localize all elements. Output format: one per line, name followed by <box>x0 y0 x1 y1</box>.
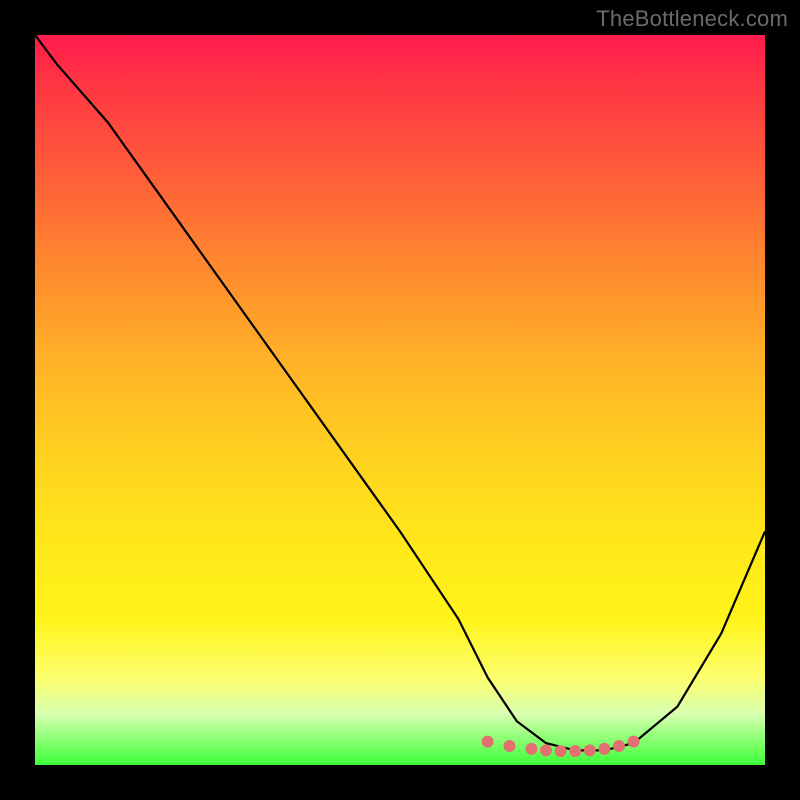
highlight-dot <box>584 744 596 756</box>
highlight-dot <box>613 740 625 752</box>
curve-line <box>35 35 765 750</box>
highlight-dot <box>525 743 537 755</box>
highlight-dots <box>482 736 640 758</box>
highlight-dot <box>482 736 494 748</box>
highlight-dot <box>555 745 567 757</box>
highlight-dot <box>628 736 640 748</box>
chart-svg <box>35 35 765 765</box>
plot-area <box>35 35 765 765</box>
chart-container: TheBottleneck.com <box>0 0 800 800</box>
watermark-text: TheBottleneck.com <box>596 6 788 32</box>
highlight-dot <box>540 744 552 756</box>
highlight-dot <box>504 740 516 752</box>
highlight-dot <box>569 745 581 757</box>
highlight-dot <box>598 743 610 755</box>
